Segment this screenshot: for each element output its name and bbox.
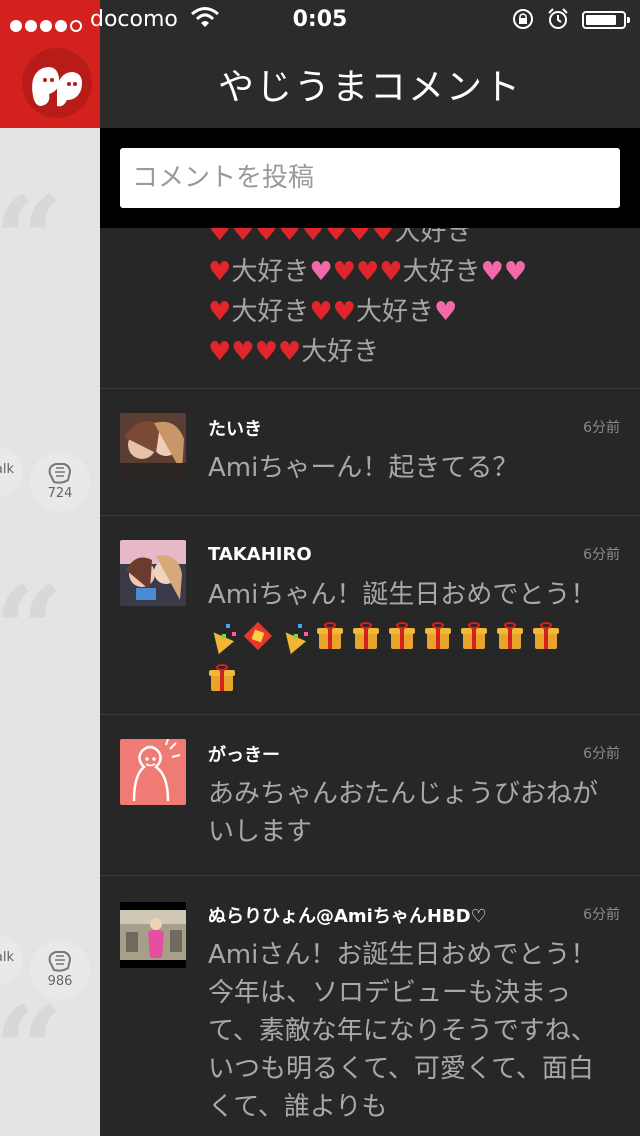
battery-icon [582,11,630,29]
avatar[interactable] [120,540,186,606]
comment-text: Amiちゃん！誕生日おめでとう！ [205,576,618,696]
talk-button[interactable]: alk [0,934,22,986]
avatar[interactable] [120,739,186,805]
comment-time: 6分前 [583,907,620,923]
sidebar: “ “ “ alk 724 alk 986 [0,0,100,1136]
comment-text: Amiちゃーん！起きてる？ [208,453,519,483]
background-watermark: “ [0,560,64,701]
background-watermark: “ [0,980,64,1121]
yajiuma-logo-icon [22,48,92,118]
gift-icon [460,621,488,650]
clap-button[interactable]: 986 [30,940,90,1000]
comment-item[interactable]: がっきー 6分前 あみちゃんおたんじょうびおねがいします [100,715,640,876]
comment-time: 6分前 [583,420,620,436]
gift-icon [316,621,344,650]
gift-icon [532,621,560,650]
status-bar: docomo 0:05 [0,0,640,40]
comment-time: 6分前 [583,746,620,762]
party-popper-icon [277,622,308,654]
default-avatar-icon [120,739,186,805]
gift-icon [496,621,524,650]
commenter-name: がっきー [208,745,280,766]
comment-item: ♥♥♥♥♥♥♥♥大好き ♥大好き♥♥♥♥大好き♥♥ ♥大好き♥♥大好き♥ ♥♥♥… [100,228,640,389]
comment-input[interactable] [120,148,620,208]
commenter-name: TAKAHIRO [208,544,312,565]
comment-time: 6分前 [583,547,620,563]
heart-icon: ♥ [208,257,232,287]
commenter-name: たいき [208,419,262,440]
clap-icon [48,463,72,484]
background-watermark: “ [0,170,64,311]
heart-icon: ♥♥ [309,297,356,327]
collision-icon [243,621,273,650]
comment-text: ♥♥♥♥♥♥♥♥大好き ♥大好き♥♥♥♥大好き♥♥ ♥大好き♥♥大好き♥ ♥♥♥… [208,228,628,372]
gift-icon [208,663,236,692]
status-time: 0:05 [292,7,348,32]
talk-button[interactable]: alk [0,446,22,498]
heart-icon: ♥♥♥ [332,257,403,287]
avatar[interactable] [120,902,186,968]
heart-icon: ♥♥♥♥ [208,337,302,367]
comment-item[interactable]: TAKAHIRO 6分前 Amiちゃん！誕生日おめでとう！ [100,516,640,715]
clap-icon [48,951,72,972]
comment-input-bar [100,128,640,228]
page-title: やじうまコメント [217,67,522,108]
clap-count: 724 [47,486,73,501]
comment-item[interactable]: たいき 6分前 Amiちゃーん！起きてる？ [100,389,640,516]
party-popper-icon [205,622,236,654]
avatar[interactable] [120,413,186,479]
clap-count: 986 [47,974,73,989]
orientation-lock-icon [513,9,533,29]
commenter-name: ぬらりひょん@AmiちゃんHBD♡ [208,906,487,927]
gift-icon [424,621,452,650]
comment-text: Amiさん！お誕生日おめでとう！今年は、ソロデビューも決まって、素敵な年になりそ… [208,940,597,1122]
comment-feed[interactable]: ♥♥♥♥♥♥♥♥大好き ♥大好き♥♥♥♥大好き♥♥ ♥大好き♥♥大好き♥ ♥♥♥… [100,228,640,1136]
heart-icon: ♥ [208,297,232,327]
comment-panel: やじうまコメント ♥♥♥♥♥♥♥♥大好き ♥大好き♥♥♥♥大好き♥♥ ♥大好き♥… [100,0,640,1136]
comment-item[interactable]: ぬらりひょん@AmiちゃんHBD♡ 6分前 Amiさん！お誕生日おめでとう！今年… [100,876,640,1136]
clap-button[interactable]: 724 [30,452,90,512]
pink-heart-icon: ♥ [309,257,333,287]
pink-heart-icon: ♥ [433,297,458,327]
gift-icon [388,621,416,650]
gift-icon [352,621,380,650]
two-hearts-icon: ♥♥ [480,257,528,287]
comment-text: あみちゃんおたんじょうびおねがいします [208,779,599,847]
heart-icon: ♥♥♥♥♥♥♥♥ [208,228,395,247]
alarm-icon [548,8,568,29]
